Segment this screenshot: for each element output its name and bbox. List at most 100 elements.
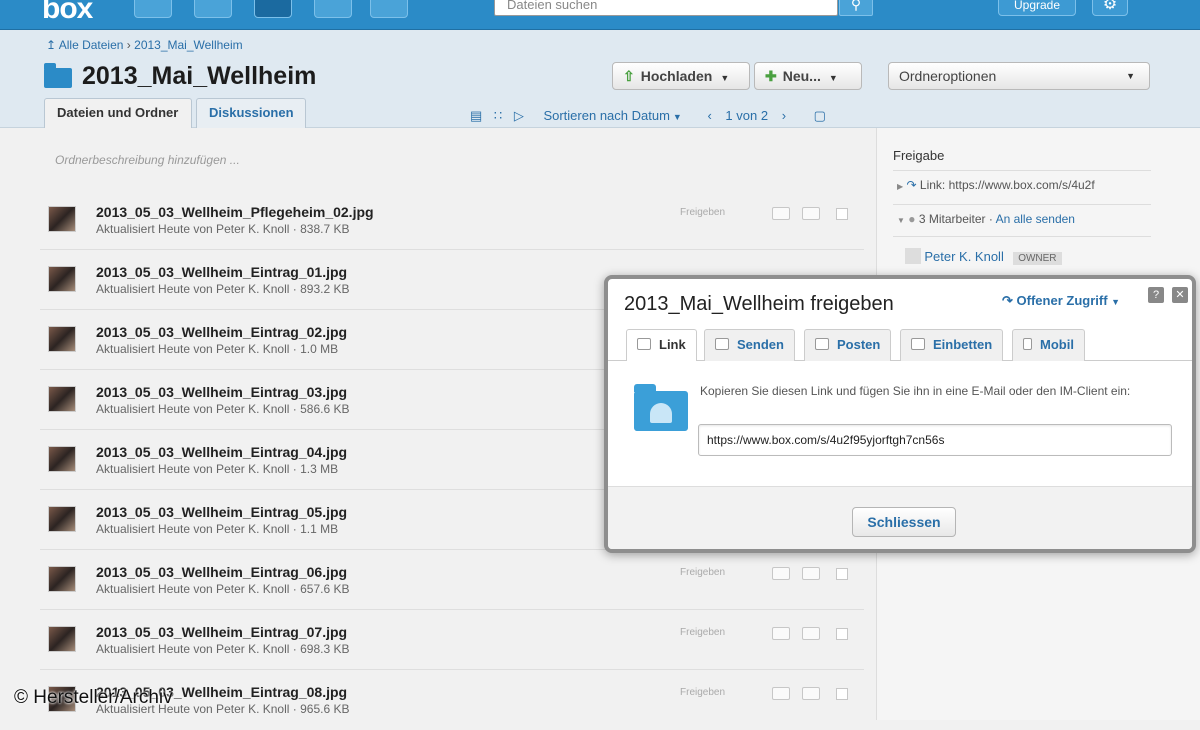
next-page-icon[interactable]: › bbox=[782, 108, 786, 123]
file-name[interactable]: 2013_05_03_Wellheim_Eintrag_04.jpg bbox=[96, 444, 347, 460]
comment-icon[interactable] bbox=[772, 627, 790, 640]
new-label: Neu... bbox=[782, 68, 821, 84]
owner-item: Peter K. Knoll OWNER bbox=[905, 248, 1062, 265]
tab-embed-label: Einbetten bbox=[933, 337, 993, 352]
copyright-watermark: © Hersteller/Archiv bbox=[14, 687, 173, 708]
nav-files-icon[interactable] bbox=[254, 0, 292, 18]
new-button[interactable]: ✚ Neu... ▼ bbox=[754, 62, 862, 90]
row-checkbox[interactable] bbox=[836, 568, 848, 580]
row-checkbox[interactable] bbox=[836, 688, 848, 700]
share-link[interactable]: Freigeben bbox=[680, 687, 725, 698]
share-link[interactable]: Freigeben bbox=[680, 567, 725, 578]
shared-folder-icon bbox=[634, 384, 688, 431]
sort-dropdown[interactable]: Sortieren nach Datum bbox=[543, 108, 669, 123]
breadcrumb-up-icon[interactable]: ↥ bbox=[46, 38, 56, 52]
tab-link[interactable]: Link bbox=[626, 329, 697, 362]
comment-icon[interactable] bbox=[772, 567, 790, 580]
tab-mobile[interactable]: Mobil bbox=[1012, 329, 1085, 361]
file-name[interactable]: 2013_05_03_Wellheim_Eintrag_03.jpg bbox=[96, 384, 347, 400]
nav-updates-icon[interactable] bbox=[134, 0, 172, 18]
owner-name[interactable]: Peter K. Knoll bbox=[924, 249, 1004, 264]
file-row[interactable]: 2013_05_03_Wellheim_Eintrag_06.jpg Aktua… bbox=[40, 550, 864, 610]
folder-description-input[interactable]: Ordnerbeschreibung hinzufügen ... bbox=[55, 153, 240, 167]
breadcrumb-current[interactable]: 2013_Mai_Wellheim bbox=[134, 38, 243, 52]
share-dialog: 2013_Mai_Wellheim freigeben ↷ Offener Zu… bbox=[604, 275, 1196, 553]
list-view-icon[interactable]: ▤ bbox=[470, 108, 482, 123]
link-icon bbox=[637, 338, 651, 350]
prev-page-icon[interactable]: ‹ bbox=[707, 108, 711, 123]
folder-options-button[interactable]: Ordneroptionen ▼ bbox=[888, 62, 1150, 90]
box-logo[interactable]: box bbox=[42, 0, 93, 26]
close-button[interactable]: Schliessen bbox=[852, 507, 956, 537]
tab-post[interactable]: Posten bbox=[804, 329, 892, 361]
nav-apps-icon[interactable] bbox=[370, 0, 408, 18]
share-link[interactable]: Freigeben bbox=[680, 627, 725, 638]
tab-send[interactable]: Senden bbox=[704, 329, 795, 361]
nav-globe-icon[interactable] bbox=[194, 0, 232, 18]
tab-files-folders[interactable]: Dateien und Ordner bbox=[44, 98, 192, 128]
folder-header: ↥ Alle Dateien › 2013_Mai_Wellheim 2013_… bbox=[0, 30, 1200, 128]
dialog-title: 2013_Mai_Wellheim freigeben bbox=[624, 293, 894, 315]
nav-people-icon[interactable] bbox=[314, 0, 352, 18]
share-icon: ↷ bbox=[1002, 293, 1013, 308]
file-thumbnail[interactable] bbox=[48, 326, 76, 352]
comment-icon[interactable] bbox=[772, 687, 790, 700]
gear-icon[interactable]: ⚙ bbox=[1092, 0, 1128, 16]
send-all-link[interactable]: An alle senden bbox=[996, 212, 1075, 226]
file-thumbnail[interactable] bbox=[48, 266, 76, 292]
file-thumbnail[interactable] bbox=[48, 446, 76, 472]
upload-button[interactable]: ⇧ Hochladen ▼ bbox=[612, 62, 750, 90]
comment-icon[interactable] bbox=[772, 207, 790, 220]
file-thumbnail[interactable] bbox=[48, 566, 76, 592]
row-checkbox[interactable] bbox=[836, 208, 848, 220]
upgrade-button[interactable]: Upgrade bbox=[998, 0, 1076, 16]
file-meta: Aktualisiert Heute von Peter K. Knoll · … bbox=[96, 222, 350, 236]
chevron-down-icon: ▼ bbox=[720, 73, 730, 83]
tab-embed[interactable]: Einbetten bbox=[900, 329, 1004, 361]
file-thumbnail[interactable] bbox=[48, 206, 76, 232]
owner-badge: OWNER bbox=[1013, 252, 1062, 265]
breadcrumb-root[interactable]: Alle Dateien bbox=[59, 38, 124, 52]
page-indicator: 1 von 2 bbox=[725, 108, 769, 123]
close-icon[interactable]: ✕ bbox=[1172, 287, 1188, 303]
tab-discussions[interactable]: Diskussionen bbox=[196, 98, 306, 128]
file-name[interactable]: 2013_05_03_Wellheim_Eintrag_07.jpg bbox=[96, 624, 347, 640]
task-icon[interactable] bbox=[802, 207, 820, 220]
search-icon[interactable]: ⚲ bbox=[839, 0, 873, 16]
collaborators-item[interactable]: ▼ ● 3 Mitarbeiter · An alle senden bbox=[897, 212, 1075, 226]
file-name[interactable]: 2013_05_03_Wellheim_Pflegeheim_02.jpg bbox=[96, 204, 374, 220]
select-all-checkbox[interactable]: ▢ bbox=[814, 108, 826, 123]
share-link[interactable]: Freigeben bbox=[680, 207, 725, 218]
file-name[interactable]: 2013_05_03_Wellheim_Eintrag_02.jpg bbox=[96, 324, 347, 340]
chevron-down-icon: ▼ bbox=[828, 73, 838, 83]
file-thumbnail[interactable] bbox=[48, 386, 76, 412]
dialog-footer: Schliessen bbox=[608, 486, 1192, 549]
page-title: 2013_Mai_Wellheim bbox=[82, 62, 317, 90]
tab-mobile-label: Mobil bbox=[1040, 337, 1074, 352]
tag-icon[interactable]: ▷ bbox=[514, 108, 524, 123]
embed-icon bbox=[911, 338, 925, 350]
file-name[interactable]: 2013_05_03_Wellheim_Eintrag_05.jpg bbox=[96, 504, 347, 520]
share-link-field[interactable]: https://www.box.com/s/4u2f95yjorftgh7cn5… bbox=[698, 424, 1172, 456]
grid-view-icon[interactable]: ∷ bbox=[494, 108, 502, 123]
dialog-body: Kopieren Sie diesen Link und fügen Sie i… bbox=[608, 361, 1192, 486]
link-prefix: Link: bbox=[919, 178, 946, 192]
file-thumbnail[interactable] bbox=[48, 626, 76, 652]
file-row[interactable]: 2013_05_03_Wellheim_Pflegeheim_02.jpg Ak… bbox=[40, 190, 864, 250]
file-thumbnail[interactable] bbox=[48, 506, 76, 532]
tab-link-label: Link bbox=[659, 337, 686, 352]
shared-link-item[interactable]: ▶ ↷ Link: https://www.box.com/s/4u2f bbox=[897, 178, 1095, 192]
help-icon[interactable]: ? bbox=[1148, 287, 1164, 303]
row-checkbox[interactable] bbox=[836, 628, 848, 640]
file-name[interactable]: 2013_05_03_Wellheim_Eintrag_06.jpg bbox=[96, 564, 347, 580]
file-name[interactable]: 2013_05_03_Wellheim_Eintrag_01.jpg bbox=[96, 264, 347, 280]
file-meta: Aktualisiert Heute von Peter K. Knoll · … bbox=[96, 582, 350, 596]
shared-link-value[interactable]: https://www.box.com/s/4u2f bbox=[949, 178, 1095, 192]
task-icon[interactable] bbox=[802, 627, 820, 640]
access-dropdown[interactable]: ↷ Offener Zugriff ▼ bbox=[1002, 293, 1120, 309]
chevron-down-icon: ▼ bbox=[1111, 297, 1121, 307]
task-icon[interactable] bbox=[802, 567, 820, 580]
file-row[interactable]: 2013_05_03_Wellheim_Eintrag_07.jpg Aktua… bbox=[40, 610, 864, 670]
task-icon[interactable] bbox=[802, 687, 820, 700]
search-input[interactable]: Dateien suchen bbox=[494, 0, 838, 16]
